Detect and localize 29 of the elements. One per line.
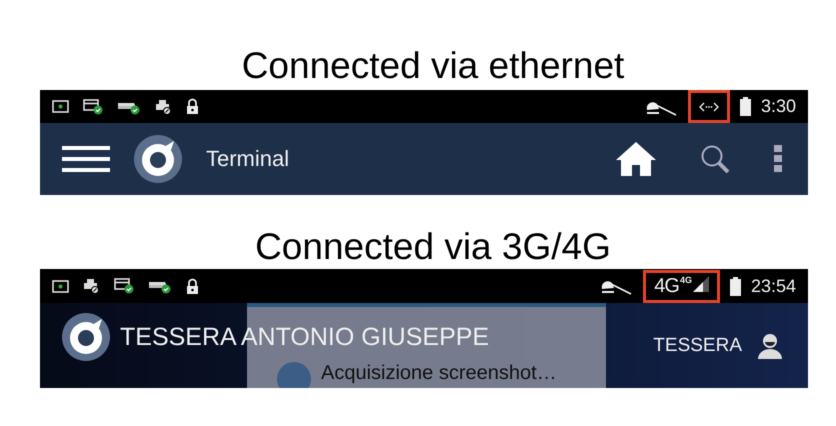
card-check-icon [114,278,134,294]
screen-icon [52,100,69,113]
logo-icon [134,135,182,183]
printer-icon [155,98,172,114]
lock-icon [186,98,199,115]
network-type-label: 4G [654,276,679,296]
clock: 3:30 [760,96,796,117]
screen-icon [52,280,69,292]
signal-icon [692,276,709,292]
lock-icon [186,278,199,294]
battery-icon [740,97,751,116]
clock: 23:54 [750,276,796,296]
app-title: Terminal [206,146,290,172]
user-icon[interactable] [758,332,782,358]
info-icon [277,362,311,388]
more-icon[interactable] [774,145,782,173]
menu-icon[interactable] [62,146,110,172]
battery-icon [730,276,741,296]
account-name: TESSERA [653,334,742,356]
ethernet-icon [698,100,719,112]
logo-icon [62,313,110,361]
toast-message: Acquisizione screenshot… [321,361,557,385]
printer-icon [83,278,100,294]
caption: Connected via ethernet [240,44,626,88]
search-icon[interactable] [700,144,730,174]
home-icon[interactable] [616,142,656,176]
caption: Connected via 3G/4G [254,225,612,269]
network-generation-label: 4G [680,276,692,285]
card-check-icon [83,98,103,114]
